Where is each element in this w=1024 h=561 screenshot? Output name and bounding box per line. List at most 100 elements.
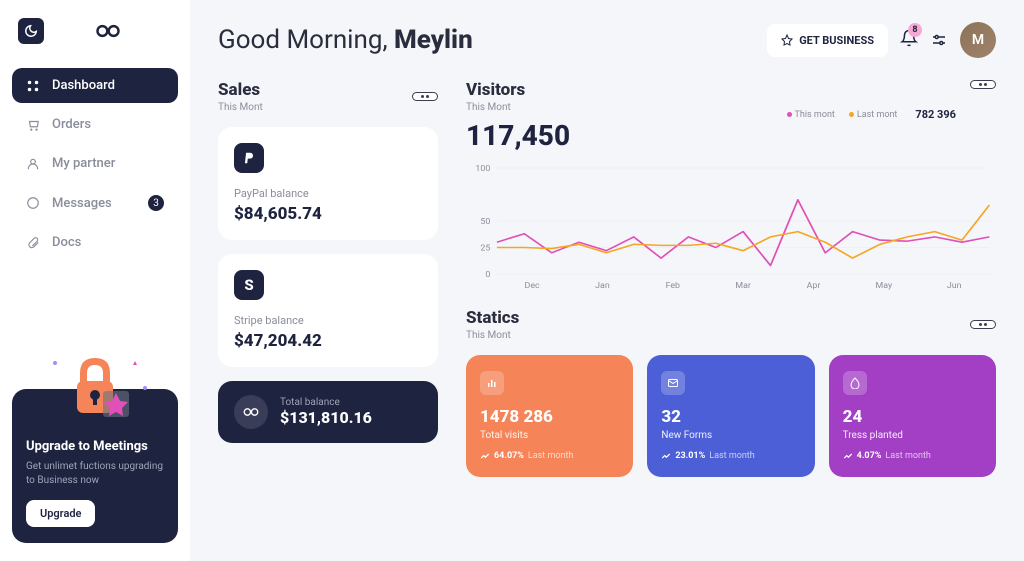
greeting-name: Meylin	[394, 25, 473, 55]
stat-card-forms: 32 New Forms 23.01% Last month	[647, 355, 814, 477]
svg-text:May: May	[876, 281, 893, 290]
sidebar-item-dashboard[interactable]: Dashboard	[12, 68, 178, 103]
visitors-value: 117,450	[466, 119, 570, 152]
clip-icon	[26, 236, 40, 250]
visitors-subtitle: This Mont	[466, 102, 525, 113]
svg-text:100: 100	[475, 164, 490, 173]
paypal-label: PayPal balance	[234, 187, 422, 200]
get-business-button[interactable]: GET BUSINESS	[767, 24, 888, 57]
visitors-more-button[interactable]	[970, 80, 996, 89]
stripe-value: $47,204.42	[234, 331, 422, 351]
total-label: Total balance	[280, 397, 372, 408]
visitors-head: Visitors This Mont 117,450 This mont Las…	[466, 80, 996, 152]
statics-more-button[interactable]	[970, 320, 996, 329]
notification-badge: 8	[908, 23, 922, 37]
stat-cards: 1478 286 Total visits 64.07% Last month …	[466, 355, 996, 477]
sidebar-item-label: Docs	[52, 235, 81, 250]
upgrade-description: Get unlimet fuctions upgrading to Busine…	[26, 460, 164, 488]
stat-label: Total visits	[480, 430, 619, 441]
stat-value: 1478 286	[480, 407, 619, 427]
right-column: Visitors This Mont 117,450 This mont Las…	[466, 80, 996, 477]
stat-card-visits: 1478 286 Total visits 64.07% Last month	[466, 355, 633, 477]
trend-icon	[843, 451, 853, 461]
greeting: Good Morning, Meylin	[218, 25, 473, 55]
svg-text:Jun: Jun	[947, 281, 962, 290]
paypal-icon	[234, 143, 264, 173]
statics-title: Statics	[466, 308, 519, 328]
svg-text:0: 0	[485, 270, 490, 279]
sales-subtitle: This Mont	[218, 102, 263, 113]
svg-text:Dec: Dec	[525, 281, 541, 290]
sidebar-item-label: My partner	[52, 156, 115, 171]
svg-text:Mar: Mar	[735, 281, 751, 290]
svg-text:Jan: Jan	[595, 281, 610, 290]
get-business-label: GET BUSINESS	[799, 34, 874, 47]
grid-icon	[26, 79, 40, 93]
total-balance-card: Total balance $131,810.16	[218, 381, 438, 443]
chart-legend: This mont Last mont 782 396	[787, 108, 956, 121]
main-content: Good Morning, Meylin GET BUSINESS 8 M Sa…	[190, 0, 1024, 561]
settings-icon[interactable]	[930, 31, 948, 49]
visitors-chart: 0 25 50 100 Dec Jan Feb Mar Apr May Jun	[466, 162, 996, 292]
total-icon	[234, 395, 268, 429]
sidebar-header	[12, 18, 178, 44]
sidebar-item-docs[interactable]: Docs	[12, 225, 178, 260]
sidebar-item-messages[interactable]: Messages 3	[12, 185, 178, 221]
stat-value: 32	[661, 407, 800, 427]
statics-head: Statics This Mont	[466, 308, 996, 341]
cart-icon	[26, 118, 40, 132]
upgrade-card: Upgrade to Meetings Get unlimet fuctions…	[12, 389, 178, 543]
stat-card-tress: 24 Tress planted 4.07% Last month	[829, 355, 996, 477]
sales-head: Sales This Mont	[218, 80, 438, 113]
theme-toggle[interactable]	[18, 18, 44, 44]
chat-icon	[26, 196, 40, 210]
trend-icon	[661, 451, 671, 461]
sidebar-item-orders[interactable]: Orders	[12, 107, 178, 142]
total-value: $131,810.16	[280, 408, 372, 427]
bars-icon	[480, 371, 504, 395]
stat-label: New Forms	[661, 430, 800, 441]
mail-icon	[661, 371, 685, 395]
stat-change: 64.07% Last month	[480, 451, 619, 461]
sales-title: Sales	[218, 80, 263, 100]
header-actions: GET BUSINESS 8 M	[767, 22, 996, 58]
sidebar: Dashboard Orders My partner Messages 3 D…	[0, 0, 190, 561]
legend-last-mont: Last mont	[849, 110, 898, 120]
greeting-prefix: Good Morning,	[218, 25, 394, 55]
stat-change: 4.07% Last month	[843, 451, 982, 461]
sidebar-item-partner[interactable]: My partner	[12, 146, 178, 181]
statics-subtitle: This Mont	[466, 330, 519, 341]
stripe-icon: S	[234, 270, 264, 300]
upgrade-title: Upgrade to Meetings	[26, 439, 164, 454]
notifications-button[interactable]: 8	[900, 29, 918, 51]
legend-value: 782 396	[915, 108, 956, 121]
logo-icon	[94, 23, 122, 39]
stripe-label: Stripe balance	[234, 314, 422, 327]
sales-more-button[interactable]	[412, 92, 438, 101]
lock-illustration	[35, 353, 155, 423]
header: Good Morning, Meylin GET BUSINESS 8 M	[218, 22, 996, 58]
stat-change: 23.01% Last month	[661, 451, 800, 461]
stat-value: 24	[843, 407, 982, 427]
leaf-icon	[843, 371, 867, 395]
trend-icon	[480, 451, 490, 461]
sidebar-item-label: Dashboard	[52, 78, 115, 93]
moon-icon	[24, 24, 38, 38]
stripe-card: S Stripe balance $47,204.42	[218, 254, 438, 367]
svg-text:Apr: Apr	[807, 281, 821, 290]
svg-text:50: 50	[480, 217, 490, 226]
avatar[interactable]: M	[960, 22, 996, 58]
sales-column: Sales This Mont PayPal balance $84,605.7…	[218, 80, 438, 477]
star-icon	[781, 34, 793, 46]
content-area: Sales This Mont PayPal balance $84,605.7…	[218, 80, 996, 477]
user-icon	[26, 157, 40, 171]
svg-text:25: 25	[480, 244, 490, 253]
upgrade-button[interactable]: Upgrade	[26, 500, 95, 527]
paypal-value: $84,605.74	[234, 204, 422, 224]
visitors-title: Visitors	[466, 80, 525, 100]
paypal-card: PayPal balance $84,605.74	[218, 127, 438, 240]
stat-label: Tress planted	[843, 430, 982, 441]
legend-this-mont: This mont	[787, 110, 835, 120]
sidebar-item-label: Messages	[52, 196, 112, 211]
svg-text:Feb: Feb	[666, 281, 681, 290]
